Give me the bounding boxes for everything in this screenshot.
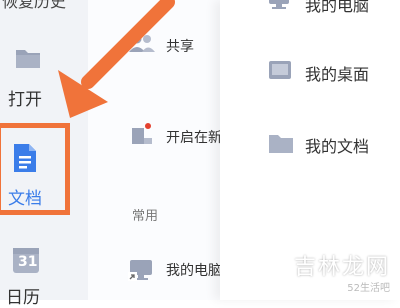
sidebar-item-open[interactable]: 打开 xyxy=(0,40,88,110)
my-computer-row[interactable]: 我的电脑 xyxy=(88,254,222,288)
folder-icon xyxy=(268,132,294,158)
middle-panel: 共享 开启在新 常用 我的电脑 xyxy=(88,0,222,300)
highlight-box xyxy=(0,123,70,215)
calendar-icon: 31 xyxy=(12,245,40,279)
right-item-label: 我的桌面 xyxy=(305,65,370,84)
right-item-label: 我的文档 xyxy=(305,137,370,156)
right-item-my-computer[interactable]: 我的电脑 xyxy=(220,0,400,20)
right-item-my-desktop[interactable]: 我的桌面 xyxy=(220,52,400,92)
right-item-label: 我的电脑 xyxy=(305,0,370,15)
open-in-row[interactable]: 开启在新 xyxy=(88,118,222,152)
right-item-my-documents[interactable]: 我的文档 xyxy=(220,124,400,164)
desktop-icon xyxy=(268,60,292,84)
share-label: 共享 xyxy=(166,39,194,55)
sidebar-item-label: 打开 xyxy=(8,90,42,110)
open-in-label: 开启在新 xyxy=(166,130,222,146)
shortcut-icon xyxy=(130,122,154,150)
section-common-title: 常用 xyxy=(132,209,159,224)
computer-icon xyxy=(268,0,290,14)
watermark-sub: 52生活吧 xyxy=(347,283,390,294)
my-computer-label: 我的电脑 xyxy=(166,263,222,279)
sidebar-item-calendar[interactable]: 31 日历 xyxy=(0,245,88,308)
watermark-main: 吉林龙网 xyxy=(293,255,390,280)
sidebar-item-label: 日历 xyxy=(6,288,40,308)
calendar-day-text: 31 xyxy=(18,254,38,270)
watermark: 吉林龙网 52生活吧 xyxy=(294,249,390,294)
folder-icon xyxy=(14,46,42,74)
sidebar-top-cut-label: 恢复历史 xyxy=(2,0,67,11)
people-icon xyxy=(128,33,156,57)
sidebar: 恢复历史 打开 文档 31 日历 xyxy=(0,0,88,308)
computer-icon xyxy=(128,258,154,286)
share-row[interactable]: 共享 xyxy=(88,30,220,60)
